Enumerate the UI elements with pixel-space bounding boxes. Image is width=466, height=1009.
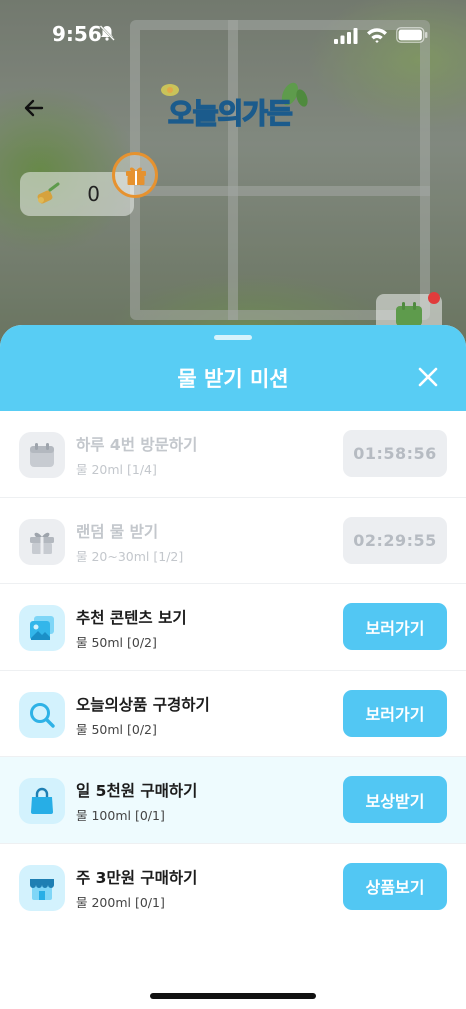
mission-reward: 물 50ml [0/2] — [76, 635, 157, 650]
mission-icon — [19, 691, 65, 738]
app-logo: 오늘의가든 — [150, 76, 310, 134]
water-mission-sheet: 물 받기 미션 하루 4번 방문하기 물 20ml [1/4] 01:58:56 — [0, 325, 466, 1009]
mission-item-daily-purchase[interactable]: 일 5천원 구매하기 물 100ml [0/1] 보상받기 — [0, 757, 466, 844]
gift-icon — [30, 532, 54, 554]
mission-timer-button: 01:58:56 — [343, 430, 447, 477]
watering-can-icon — [37, 182, 60, 204]
mission-reward: 물 50ml [0/2] — [76, 721, 157, 737]
notification-dot — [428, 292, 440, 304]
logo-text: 오늘의가든 — [167, 96, 293, 131]
close-icon[interactable] — [414, 363, 442, 391]
mission-item-daily-visit: 하루 4번 방문하기 물 20ml [1/4] 01:58:56 — [0, 411, 466, 498]
mission-reward: 물 20~30ml [1/2] — [76, 548, 184, 564]
mission-icon — [19, 864, 65, 911]
gift-icon — [126, 167, 146, 185]
home-indicator[interactable] — [150, 993, 316, 999]
mission-icon — [19, 432, 65, 478]
battery-icon — [396, 27, 428, 43]
mission-reward: 물 200ml [0/1] — [76, 894, 165, 910]
search-icon — [30, 702, 55, 728]
claim-reward-button[interactable]: 보상받기 — [343, 776, 447, 823]
mission-title: 추천 콘텐츠 보기 — [76, 609, 187, 627]
mission-icon — [19, 778, 65, 824]
mission-item-weekly-purchase[interactable]: 주 3만원 구매하기 물 200ml [0/1] 상품보기 — [0, 844, 466, 931]
mission-timer-button: 02:29:55 — [343, 516, 447, 564]
shopping-bag-icon — [31, 787, 53, 814]
mission-item-recommended-content[interactable]: 추천 콘텐츠 보기 물 50ml [0/2] 보러가기 — [0, 584, 466, 671]
gift-button[interactable] — [112, 152, 158, 198]
mission-reward: 물 100ml [0/1] — [76, 808, 165, 823]
store-icon — [30, 878, 54, 900]
mission-title: 일 5천원 구매하기 — [76, 782, 198, 800]
back-arrow-icon[interactable] — [20, 94, 48, 122]
mission-list: 하루 4번 방문하기 물 20ml [1/4] 01:58:56 랜덤 물 받기… — [0, 411, 466, 930]
sheet-header: 물 받기 미션 — [0, 325, 466, 411]
mission-item-browse-products[interactable]: 오늘의상품 구경하기 물 50ml [0/2] 보러가기 — [0, 671, 466, 757]
status-bar: 9:56 — [0, 0, 466, 66]
mission-icon — [19, 518, 65, 565]
view-products-button[interactable]: 상품보기 — [343, 862, 447, 910]
calendar-icon — [30, 443, 54, 467]
mission-title: 하루 4번 방문하기 — [76, 436, 198, 454]
signal-icon — [334, 28, 358, 44]
image-icon — [30, 616, 54, 640]
mission-title: 랜덤 물 받기 — [76, 522, 159, 541]
mission-title: 오늘의상품 구경하기 — [76, 695, 210, 714]
mission-item-random-water: 랜덤 물 받기 물 20~30ml [1/2] 02:29:55 — [0, 498, 466, 584]
bell-off-icon — [99, 25, 115, 41]
go-view-button[interactable]: 보러가기 — [343, 689, 447, 737]
mission-reward: 물 20ml [1/4] — [76, 462, 157, 477]
go-view-button[interactable]: 보러가기 — [343, 603, 447, 650]
sheet-title: 물 받기 미션 — [177, 367, 289, 391]
sheet-grabber[interactable] — [214, 335, 252, 340]
mission-icon — [19, 605, 65, 651]
status-time: 9:56 — [52, 22, 102, 46]
mission-title: 주 3만원 구매하기 — [76, 868, 198, 887]
wifi-icon — [367, 28, 387, 43]
coin-count: 0 — [87, 182, 100, 206]
